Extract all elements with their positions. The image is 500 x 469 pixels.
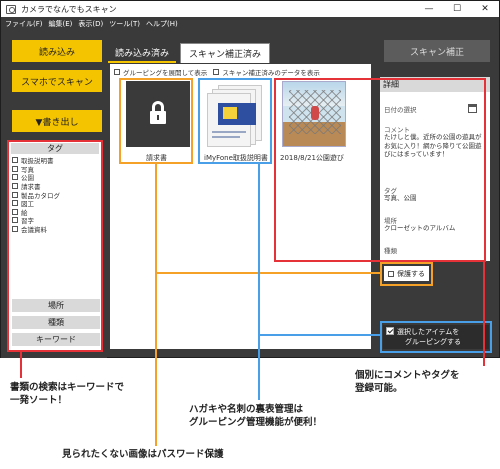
menu-view[interactable]: 表示(D) <box>78 19 103 29</box>
protect-highlight-box <box>380 262 433 286</box>
scan-fix-button[interactable]: スキャン補正 <box>384 40 490 62</box>
grouping-connector <box>258 164 260 400</box>
expand-grouping-checkbox[interactable] <box>114 69 120 75</box>
menu-file[interactable]: ファイル(F) <box>5 19 43 29</box>
search-callout: 書類の検索はキーワードで 一発ソート！ <box>10 382 125 406</box>
import-button[interactable]: 読み込み <box>12 40 102 62</box>
maximize-button[interactable]: ☐ <box>443 1 471 17</box>
menu-bar: ファイル(F) 編集(E) 表示(D) ツール(T) ヘルプ(H) <box>1 17 499 31</box>
grouping-connector-horizontal <box>258 334 381 336</box>
view-options: グルーピングを展開して表示 スキャン補正済みのデータを表示 <box>114 67 326 77</box>
password-highlight-box <box>119 78 193 164</box>
individual-connector <box>483 262 485 366</box>
individual-callout: 個別にコメントやタグを 登録可能。 <box>355 370 460 394</box>
tab-imported[interactable]: 読み込み済み <box>108 43 176 63</box>
camera-app-icon <box>6 4 16 14</box>
search-connector <box>20 352 22 378</box>
close-button[interactable]: ✕ <box>471 1 499 17</box>
title-bar: カメラでなんでもスキャン — ☐ ✕ <box>1 1 499 17</box>
window-title: カメラでなんでもスキャン <box>21 4 117 14</box>
phone-scan-button[interactable]: スマホでスキャン <box>12 70 102 92</box>
grouping-highlight-box <box>198 78 272 164</box>
menu-tools[interactable]: ツール(T) <box>109 19 140 29</box>
menu-edit[interactable]: 編集(E) <box>49 19 73 29</box>
fixed-only-checkbox[interactable] <box>213 69 220 75</box>
group-button-highlight-box <box>380 321 492 353</box>
password-connector <box>155 164 157 446</box>
window-controls: — ☐ ✕ <box>415 1 499 17</box>
grouping-callout: ハガキや名刺の裏表管理は グルーピング管理機能が便利！ <box>189 404 323 428</box>
password-connector-horizontal <box>155 272 381 274</box>
menu-help[interactable]: ヘルプ(H) <box>146 19 178 29</box>
export-button[interactable]: ▼書き出し <box>12 110 102 132</box>
minimize-button[interactable]: — <box>415 1 443 17</box>
expand-grouping-option[interactable]: グルーピングを展開して表示 <box>114 67 207 77</box>
tab-scan-fixed[interactable]: スキャン補正済み <box>180 43 270 63</box>
search-highlight-box <box>7 140 103 352</box>
password-callout: 見られたくない画像はパスワード保護 <box>62 449 224 460</box>
fixed-only-option[interactable]: スキャン補正済みのデータを表示 <box>213 67 320 77</box>
detail-highlight-box <box>274 78 486 262</box>
